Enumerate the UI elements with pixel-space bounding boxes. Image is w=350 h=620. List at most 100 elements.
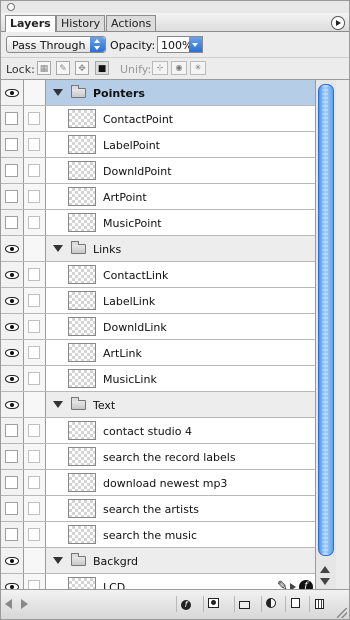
link-toggle[interactable] [24,210,46,235]
visibility-toggle[interactable] [1,132,24,157]
layer-row[interactable]: search the record labels [1,444,315,470]
layer-row[interactable]: LabelLink [1,288,315,314]
lock-all-padlock-icon[interactable]: ■ [95,61,109,75]
link-toggle[interactable] [24,80,46,105]
scrollbar-thumb[interactable] [318,84,334,556]
disclosure-triangle-icon[interactable] [53,557,63,564]
link-toggle[interactable] [24,574,46,589]
layer-row[interactable]: LabelPoint [1,132,315,158]
link-toggle[interactable] [24,496,46,521]
new-layer-button[interactable] [285,596,304,612]
add-layer-style-button[interactable]: f [176,596,195,612]
visibility-toggle[interactable] [1,158,24,183]
group-name: Backgrd [93,555,138,568]
unify-position-icon[interactable]: ⊹ [152,61,168,75]
blend-mode-select[interactable]: Pass Through [6,36,106,53]
lock-position-move-icon[interactable]: ✥ [75,61,89,75]
layer-group-row[interactable]: Text [1,392,315,418]
link-toggle[interactable] [24,184,46,209]
visibility-toggle[interactable] [1,340,24,365]
link-toggle[interactable] [24,132,46,157]
disclosure-triangle-icon[interactable] [53,89,63,96]
visibility-toggle[interactable] [1,470,24,495]
link-toggle[interactable] [24,262,46,287]
new-adjustment-layer-button[interactable] [261,596,280,612]
visibility-toggle[interactable] [1,184,24,209]
chevron-down-icon[interactable] [189,37,202,52]
add-layer-mask-button[interactable] [203,596,222,612]
visibility-toggle[interactable] [1,288,24,313]
visibility-toggle[interactable] [1,418,24,443]
unify-style-icon[interactable]: ✳ [190,61,206,75]
link-toggle[interactable] [24,366,46,391]
layer-group-row[interactable]: Pointers [1,80,315,106]
close-icon[interactable] [7,3,15,11]
layer-row[interactable]: DownldLink [1,314,315,340]
tab-history[interactable]: History [56,15,106,31]
visibility-toggle[interactable] [1,574,24,589]
link-toggle[interactable] [24,106,46,131]
link-toggle[interactable] [24,314,46,339]
folder-icon [71,85,86,98]
scroll-right-arrow-icon[interactable] [21,599,28,609]
layer-group-row[interactable]: Backgrd [1,548,315,574]
link-toggle[interactable] [24,470,46,495]
layer-thumbnail [68,369,96,388]
visibility-toggle[interactable] [1,80,24,105]
layer-row[interactable]: LCD ✎ f [1,574,315,589]
scroll-left-arrow-icon[interactable] [5,599,12,609]
palette-menu-icon[interactable] [331,16,345,30]
link-toggle[interactable] [24,340,46,365]
visibility-toggle[interactable] [1,210,24,235]
tab-layers[interactable]: Layers [5,15,56,32]
disclosure-triangle-icon[interactable] [53,245,63,252]
visibility-toggle[interactable] [1,548,24,573]
layer-row[interactable]: download newest mp3 [1,470,315,496]
layer-row[interactable]: DownldPoint [1,158,315,184]
visibility-toggle[interactable] [1,366,24,391]
visibility-toggle[interactable] [1,496,24,521]
resize-grip-icon[interactable] [337,608,347,618]
visibility-toggle[interactable] [1,262,24,287]
layer-row[interactable]: contact studio 4 [1,418,315,444]
layer-row[interactable]: ArtLink [1,340,315,366]
lock-label: Lock: [6,63,35,76]
layer-row[interactable]: ContactPoint [1,106,315,132]
new-layer-set-button[interactable] [234,596,253,612]
visibility-toggle[interactable] [1,314,24,339]
unify-visibility-icon[interactable]: ◉ [171,61,187,75]
scroll-up-arrow-icon[interactable] [320,566,330,573]
layer-name: search the artists [103,503,199,516]
lock-transparency-icon[interactable]: ▦ [37,61,51,75]
visibility-toggle[interactable] [1,444,24,469]
new-layer-icon [290,598,300,608]
vertical-scrollbar[interactable] [315,80,336,589]
lock-image-brush-icon[interactable]: ✎ [56,61,70,75]
visibility-toggle[interactable] [1,392,24,417]
link-toggle[interactable] [24,158,46,183]
link-toggle[interactable] [24,288,46,313]
visibility-toggle[interactable] [1,236,24,261]
visibility-toggle[interactable] [1,522,24,547]
opacity-field[interactable]: 100% [157,36,203,53]
delete-layer-button[interactable] [309,596,328,612]
layer-row[interactable]: MusicLink [1,366,315,392]
scroll-down-arrow-icon[interactable] [320,578,330,585]
layer-row[interactable]: ContactLink [1,262,315,288]
tab-actions[interactable]: Actions [106,15,157,31]
palette-titlebar [1,1,349,13]
link-toggle[interactable] [24,548,46,573]
layer-row[interactable]: MusicPoint [1,210,315,236]
layer-row[interactable]: ArtPoint [1,184,315,210]
link-toggle[interactable] [24,444,46,469]
link-toggle[interactable] [24,418,46,443]
link-toggle[interactable] [24,392,46,417]
link-toggle[interactable] [24,236,46,261]
eye-icon [5,245,19,253]
layer-group-row[interactable]: Links [1,236,315,262]
layer-row[interactable]: search the artists [1,496,315,522]
disclosure-triangle-icon[interactable] [53,401,63,408]
link-toggle[interactable] [24,522,46,547]
visibility-toggle[interactable] [1,106,24,131]
layer-row[interactable]: search the music [1,522,315,548]
